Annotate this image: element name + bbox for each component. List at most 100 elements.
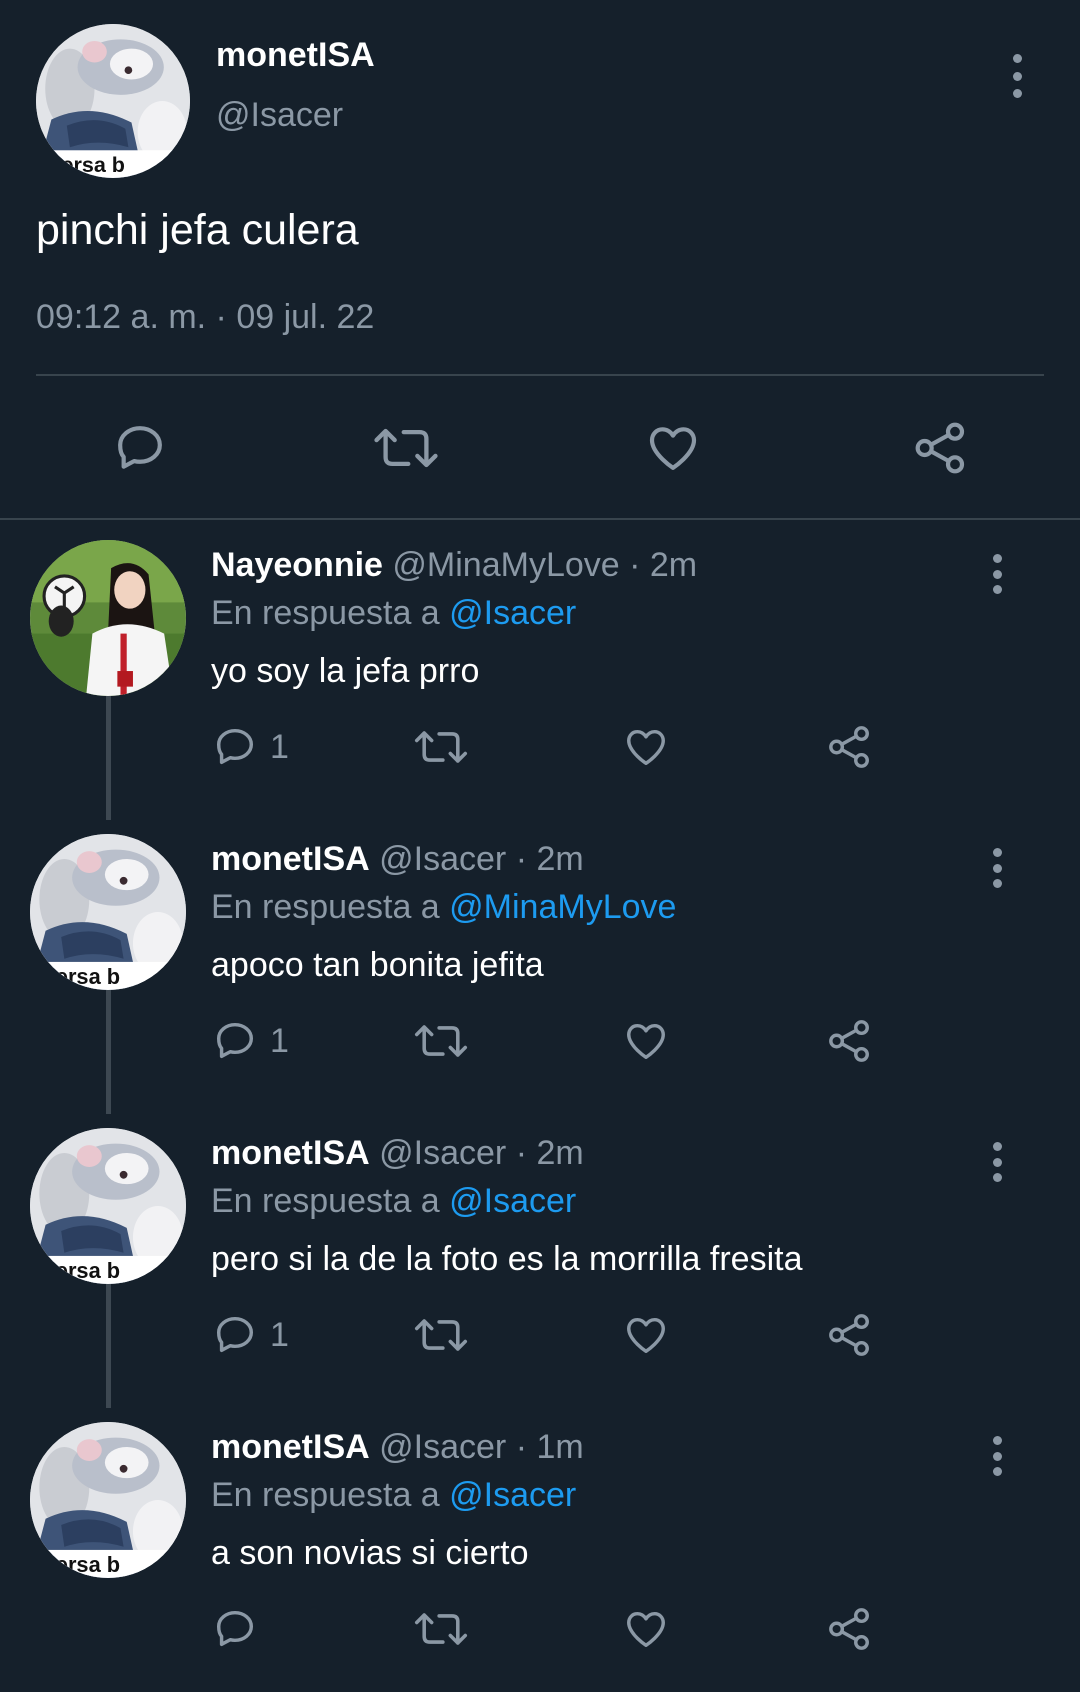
reply-count: 1 [270, 727, 289, 766]
reply-action-bar [0, 1600, 1080, 1660]
reply-button[interactable] [212, 1606, 270, 1652]
heart-icon [627, 729, 665, 766]
handle-time[interactable]: @Isacer · 2m [379, 1134, 584, 1172]
share-icon [829, 1608, 869, 1650]
reply-tweet[interactable]: uersa b monetISA @Isacer · 1m En respues… [0, 1408, 1080, 1692]
in-reply-to: En respuesta a @MinaMyLove [211, 888, 676, 927]
reply-button[interactable]: 1 [212, 1018, 289, 1064]
reply-text: pero si la de la foto es la morrilla fre… [211, 1240, 803, 1278]
main-timestamp[interactable]: 09:12 a. m. · 09 jul. 22 [36, 298, 374, 337]
svg-text:uersa b: uersa b [42, 964, 120, 989]
avatar[interactable]: uersa b [30, 834, 186, 990]
avatar[interactable]: uersa b [30, 1128, 186, 1284]
svg-text:uersa b: uersa b [42, 1258, 120, 1283]
retweet-button[interactable] [372, 420, 440, 476]
retweet-button[interactable] [413, 1606, 469, 1652]
reply-to-link[interactable]: @Isacer [449, 594, 576, 632]
divider [36, 374, 1044, 376]
main-tweet: uersa b monetISA @Isacer pinchi jefa cul… [0, 0, 1080, 520]
like-button[interactable] [622, 1312, 670, 1358]
main-tweet-text: pinchi jefa culera [36, 206, 359, 254]
main-display-name[interactable]: monetISA [216, 36, 375, 75]
retweet-icon [414, 1613, 468, 1645]
reply-count: 1 [270, 1021, 289, 1060]
more-options-icon[interactable] [989, 554, 1005, 594]
reply-tweet[interactable]: uersa b monetISA @Isacer · 2m En respues… [0, 1114, 1080, 1408]
share-icon [829, 726, 869, 768]
reply-text: a son novias si cierto [211, 1534, 529, 1572]
share-button[interactable] [826, 724, 874, 770]
retweet-button[interactable] [413, 724, 469, 770]
reply-action-bar: 1 [0, 1306, 1080, 1366]
handle-time[interactable]: @Isacer · 1m [379, 1428, 584, 1466]
reply-action-bar: 1 [0, 718, 1080, 778]
reply-icon [118, 426, 162, 469]
share-button[interactable] [826, 1606, 874, 1652]
rat-avatar-icon: uersa b [30, 834, 186, 990]
reply-icon [216, 1022, 254, 1059]
more-options-icon[interactable] [989, 1142, 1005, 1182]
heart-icon [627, 1611, 665, 1648]
heart-icon [649, 427, 697, 470]
retweet-icon [414, 1025, 468, 1057]
main-avatar[interactable]: uersa b [36, 24, 190, 178]
more-options-icon[interactable] [989, 1436, 1005, 1476]
reply-to-link[interactable]: @Isacer [449, 1476, 576, 1514]
share-button[interactable] [912, 420, 970, 476]
like-button[interactable] [644, 420, 702, 476]
reply-button[interactable]: 1 [212, 724, 289, 770]
more-options-icon[interactable] [989, 848, 1005, 888]
retweet-icon [414, 731, 468, 763]
reply-text: yo soy la jefa prro [211, 652, 480, 690]
share-button[interactable] [826, 1312, 874, 1358]
more-options-icon[interactable] [1007, 54, 1027, 98]
reply-prefix: En respuesta a [211, 888, 440, 926]
like-button[interactable] [622, 1606, 670, 1652]
retweet-button[interactable] [413, 1018, 469, 1064]
reply-to-link[interactable]: @Isacer [449, 1182, 576, 1220]
reply-prefix: En respuesta a [211, 594, 440, 632]
reply-header: Nayeonnie @MinaMyLove · 2m [211, 546, 697, 585]
retweet-button[interactable] [413, 1312, 469, 1358]
reply-header: monetISA @Isacer · 1m [211, 1428, 584, 1467]
heart-icon [627, 1317, 665, 1354]
share-icon [829, 1314, 869, 1356]
display-name[interactable]: monetISA [211, 1134, 370, 1172]
share-icon [829, 1020, 869, 1062]
share-icon [915, 422, 965, 474]
reply-icon [216, 728, 254, 765]
rat-avatar-icon: uersa b [30, 1128, 186, 1284]
heart-icon [627, 1023, 665, 1060]
reply-count: 1 [270, 1315, 289, 1354]
rat-avatar-icon: uersa b [30, 1422, 186, 1578]
like-button[interactable] [622, 1018, 670, 1064]
reply-prefix: En respuesta a [211, 1476, 440, 1514]
display-name[interactable]: Nayeonnie [211, 546, 383, 584]
main-action-bar [0, 412, 1080, 482]
in-reply-to: En respuesta a @Isacer [211, 1182, 576, 1221]
like-button[interactable] [622, 724, 670, 770]
display-name[interactable]: monetISA [211, 1428, 370, 1466]
reply-icon [216, 1316, 254, 1353]
girl-soccer-avatar-icon [30, 540, 186, 696]
reply-prefix: En respuesta a [211, 1182, 440, 1220]
reply-text: apoco tan bonita jefita [211, 946, 544, 984]
reply-tweet[interactable]: Nayeonnie @MinaMyLove · 2m En respuesta … [0, 526, 1080, 820]
share-button[interactable] [826, 1018, 874, 1064]
handle-time[interactable]: @MinaMyLove · 2m [392, 546, 697, 584]
reply-to-link[interactable]: @MinaMyLove [449, 888, 676, 926]
retweet-icon [414, 1319, 468, 1351]
reply-tweet[interactable]: uersa b monetISA @Isacer · 2m En respues… [0, 820, 1080, 1114]
reply-header: monetISA @Isacer · 2m [211, 840, 584, 879]
reply-button[interactable]: 1 [212, 1312, 289, 1358]
svg-text:uersa b: uersa b [42, 1552, 120, 1577]
main-handle[interactable]: @Isacer [216, 96, 343, 135]
rat-avatar-icon: uersa b [36, 24, 190, 178]
reply-button[interactable] [112, 420, 168, 476]
display-name[interactable]: monetISA [211, 840, 370, 878]
reply-header: monetISA @Isacer · 2m [211, 1134, 584, 1173]
svg-text:uersa b: uersa b [48, 152, 125, 177]
avatar[interactable] [30, 540, 186, 696]
avatar[interactable]: uersa b [30, 1422, 186, 1578]
handle-time[interactable]: @Isacer · 2m [379, 840, 584, 878]
